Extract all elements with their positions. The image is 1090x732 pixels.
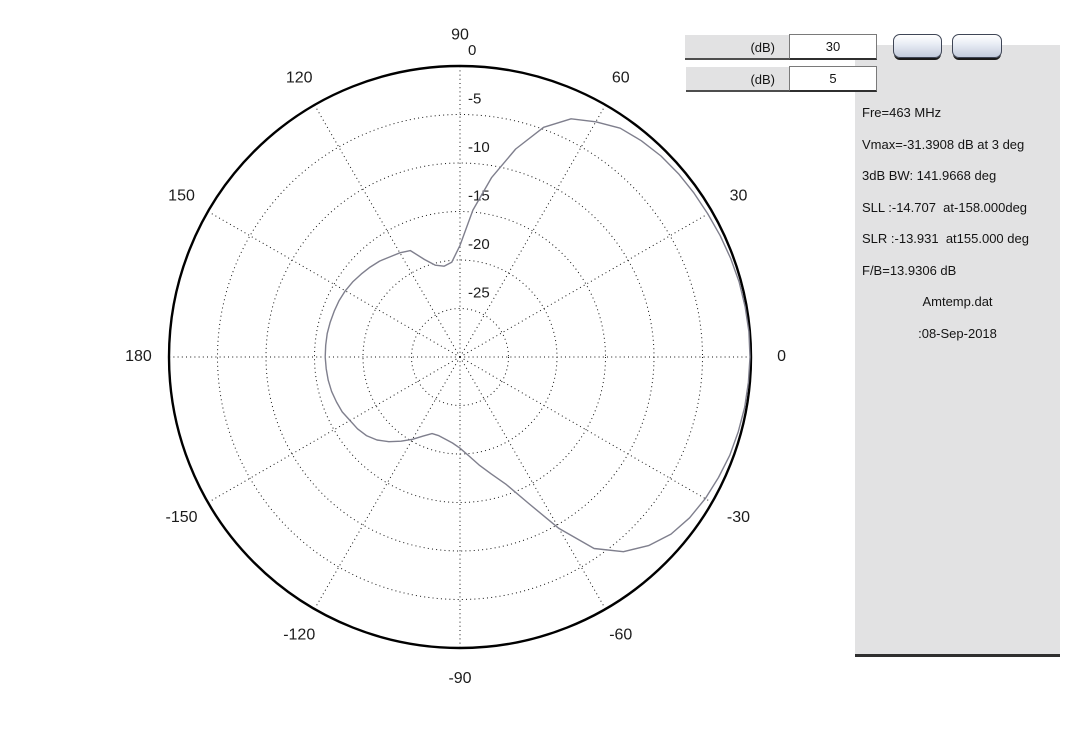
radial-tick-label: -25 — [468, 285, 490, 302]
db-scale-input-2[interactable] — [789, 66, 877, 92]
grid-spoke — [315, 357, 461, 609]
toolbar-button-2[interactable] — [952, 34, 1002, 58]
grid-spoke — [208, 212, 460, 358]
db-scale-label-1: (dB) — [685, 35, 789, 60]
grid-spoke — [460, 212, 712, 358]
result-date: :08-Sep-2018 — [862, 318, 1053, 350]
result-frequency: Fre=463 MHz — [862, 97, 1053, 129]
angle-tick-label: -60 — [609, 627, 632, 644]
results-panel: Fre=463 MHz Vmax=-31.3908 dB at 3 deg 3d… — [855, 45, 1060, 657]
angle-tick-label: 60 — [612, 70, 630, 87]
polar-plot: 0 30 60 90 120 150 180 -150 -120 -90 -60 -30 0 -5 -10 -… — [0, 0, 860, 732]
angle-tick-label: 30 — [730, 187, 748, 204]
grid-spoke — [208, 357, 460, 503]
db-scale-label-2: (dB) — [686, 67, 789, 92]
result-filename: Amtemp.dat — [862, 286, 1053, 318]
angle-tick-label: 180 — [125, 348, 152, 365]
angle-tick-label: -120 — [283, 627, 315, 644]
result-sll: SLL :-14.707 at-158.000deg — [862, 192, 1053, 224]
result-slr: SLR :-13.931 at155.000 deg — [862, 223, 1053, 255]
angle-tick-label: -90 — [448, 670, 471, 687]
matlab-figure-window: 0 30 60 90 120 150 180 -150 -120 -90 -60 -30 0 -5 -10 -… — [0, 0, 1090, 732]
results-text: Fre=463 MHz Vmax=-31.3908 dB at 3 deg 3d… — [862, 97, 1053, 349]
radial-tick-label: -10 — [468, 139, 490, 156]
pattern-curve — [325, 119, 750, 552]
toolbar-button-1[interactable] — [893, 34, 942, 58]
angle-tick-label: 0 — [777, 348, 786, 365]
db-scale-input-1[interactable] — [789, 34, 877, 60]
angle-tick-label: 120 — [286, 70, 313, 87]
radial-tick-label: -15 — [468, 188, 490, 205]
result-vmax: Vmax=-31.3908 dB at 3 deg — [862, 129, 1053, 161]
angle-tick-label: -30 — [727, 509, 750, 526]
angle-tick-label: -150 — [166, 509, 198, 526]
radial-tick-label: 0 — [468, 42, 476, 59]
result-front-back: F/B=13.9306 dB — [862, 255, 1053, 287]
angle-tick-label: 150 — [168, 187, 195, 204]
radial-tick-label: -5 — [468, 91, 481, 108]
radial-tick-label: -20 — [468, 236, 490, 253]
grid-spoke — [460, 357, 606, 609]
result-beamwidth: 3dB BW: 141.9668 deg — [862, 160, 1053, 192]
angle-tick-label: 90 — [451, 27, 469, 44]
